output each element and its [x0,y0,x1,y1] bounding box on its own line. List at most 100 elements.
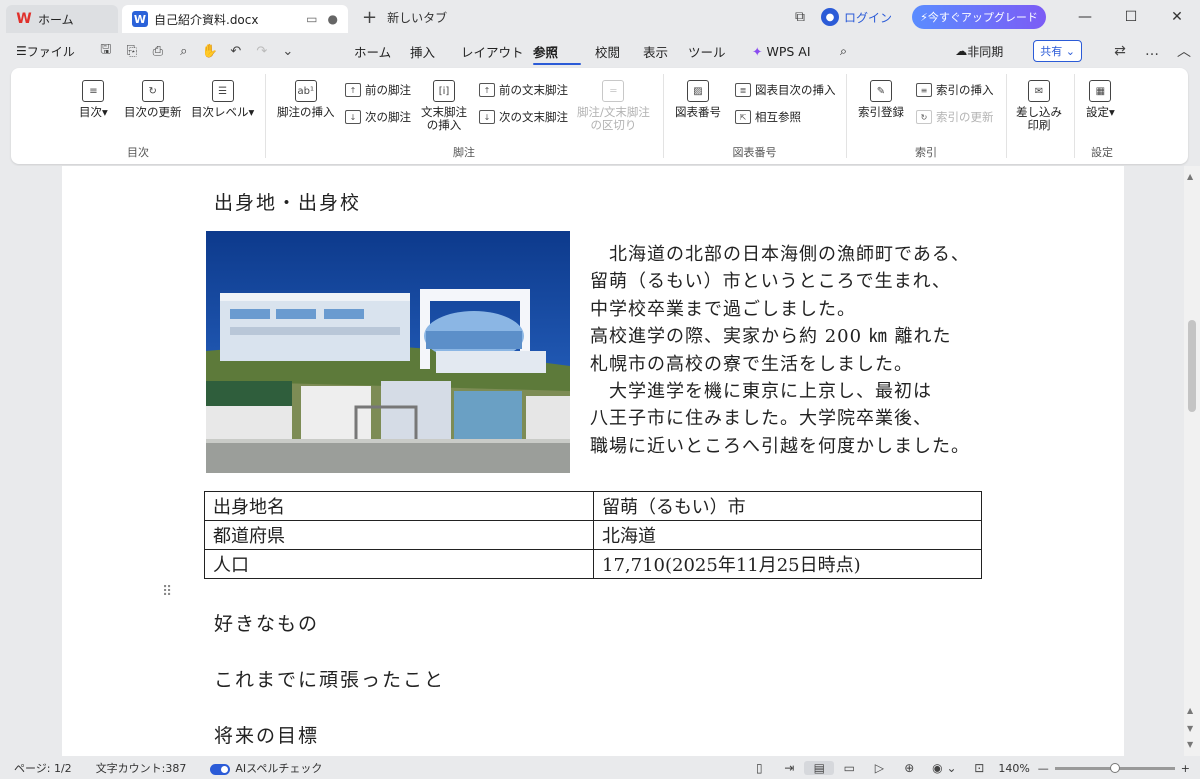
eye-protection-icon[interactable]: ◉ ⌄ [924,761,964,775]
tab-document[interactable]: W 自己紹介資料.docx ▭ ● [122,5,348,33]
tab-home[interactable]: W ホーム [6,5,118,33]
tab-review[interactable]: 校閲 [595,34,643,68]
update-index-button[interactable]: ↻ 索引の更新 [916,109,994,125]
page-view-icon[interactable]: ▤ [804,761,835,775]
toc-level-button[interactable]: ☰ 目次レベル▾ [191,80,254,119]
tab-tools[interactable]: ツール [688,34,752,68]
collapse-ribbon-icon[interactable]: ︿ [1168,41,1200,61]
tab-home-ribbon[interactable]: ホーム [354,34,410,68]
search-button[interactable]: ⌕ [840,34,870,68]
insert-endnote-button[interactable]: [i] 文末脚注 の挿入 [421,80,467,132]
redo-icon[interactable]: ↷ [249,44,275,59]
play-icon[interactable]: ▷ [864,761,894,775]
birthplace-paragraph[interactable]: 北海道の北部の日本海側の漁師町である、 留萌（るもい）市というところで生まれ、 … [590,241,1010,460]
note-separator-button[interactable]: ═ 脚注/文末脚注 の区切り [577,80,650,132]
drag-handle-icon[interactable]: ⠿ [162,584,172,600]
export-icon[interactable]: ⎘ [119,44,145,59]
word-count[interactable]: 文字カウント:387 [96,760,187,776]
table-cell[interactable]: 留萌（るもい）市 [593,491,982,521]
birthplace-table[interactable]: 出身地名 留萌（るもい）市 都道府県 北海道 人口 17,710(2025年11… [204,491,982,579]
heading-birthplace[interactable]: 出身地・出身校 [214,188,361,215]
settings-button[interactable]: ▦ 設定▾ [1086,80,1115,119]
undo-icon[interactable]: ↶ [223,44,249,59]
outline-view-icon[interactable]: ▯ [744,761,774,775]
tab-wps-ai[interactable]: ✦ WPS AI [752,34,840,68]
share-button[interactable]: 共有 ⌄ [1033,40,1082,62]
insert-table-of-figures-button[interactable]: ≣ 図表目次の挿入 [735,82,836,98]
file-menu-button[interactable]: ☰ ファイル [16,43,75,60]
cross-reference-button[interactable]: ⇱ 相互参照 [735,109,801,125]
zoom-slider[interactable] [1054,762,1175,773]
paragraph-line: 札幌市の高校の寮で生活をしました。 [590,353,913,375]
next-endnote-button[interactable]: ↓ 次の文末脚注 [479,109,568,125]
heading-future-goals[interactable]: 将来の目標 [214,721,319,748]
monitor-icon[interactable]: ▭ [306,12,317,26]
table-cell[interactable]: 17,710(2025年11月25日時点) [593,549,982,579]
town-photo-image [206,231,570,473]
chevron-down-icon: ⌄ [1062,44,1075,58]
zoom-level[interactable]: 140% [998,762,1029,775]
table-of-figures-icon: ≣ [735,83,751,97]
minimize-button[interactable]: — [1062,9,1108,25]
unsaved-dot-icon[interactable]: ● [328,12,338,26]
scroll-up-icon[interactable]: ▲ [1187,172,1193,181]
table-cell[interactable]: 都道府県 [204,520,594,550]
scrollbar-thumb[interactable] [1188,320,1196,412]
table-row: 出身地名 留萌（るもい）市 [204,491,982,521]
save-icon[interactable]: 🖫 [93,40,119,62]
insert-footnote-button[interactable]: ab¹ 脚注の挿入 [277,80,335,119]
fit-page-icon[interactable]: ⊡ [964,761,994,775]
scroll-page-icon[interactable]: ▼ [1187,724,1193,733]
login-button[interactable]: ● ログイン [820,8,892,26]
tab-layout[interactable]: レイアウト [461,34,533,68]
share-label: 共有 [1040,45,1063,58]
hand-icon[interactable]: ✋ [197,44,223,59]
sparkle-icon: ✦ [752,43,763,59]
heading-favorites[interactable]: 好きなもの [214,609,319,636]
page-indicator[interactable]: ページ: 1/2 [14,760,72,776]
toc-button[interactable]: ≡ 目次▾ [79,80,108,119]
table-cell[interactable]: 出身地名 [204,491,594,521]
zoom-out-icon[interactable]: — [1038,762,1049,775]
maximize-button[interactable]: ☐ [1108,9,1154,25]
mail-merge-button[interactable]: ✉ 差し込み 印刷 [1016,80,1062,132]
sync-status[interactable]: ☁ 非同期 [955,43,1003,60]
update-toc-button[interactable]: ↻ 目次の更新 [124,80,182,119]
paragraph-line: 職場に近いところへ引越を何度かしました。 [590,435,970,457]
more-icon[interactable]: … [1136,43,1168,59]
scroll-down-icon[interactable]: ▲ [1187,706,1193,715]
mark-index-entry-button[interactable]: ✎ 索引登録 [858,80,904,119]
layout-toggle-icon[interactable]: ⇄ [1104,43,1136,59]
spellcheck-toggle[interactable]: AIスペルチェック [210,760,322,776]
prev-endnote-button[interactable]: ↑ 前の文末脚注 [479,82,568,98]
next-footnote-button[interactable]: ↓ 次の脚注 [345,109,411,125]
print-preview-icon[interactable]: ⌕ [171,44,197,59]
table-cell[interactable]: 北海道 [593,520,982,550]
prev-footnote-button[interactable]: ↑ 前の脚注 [345,82,411,98]
tab-references[interactable]: 参照 [533,34,581,68]
tab-insert[interactable]: 挿入 [410,34,461,68]
heading-efforts[interactable]: これまでに頑張ったこと [214,665,445,692]
settings-grid-icon: ▦ [1089,80,1112,102]
globe-icon[interactable]: ⊕ [894,761,924,775]
document-page[interactable]: 出身地・出身校 北海道の北部の日本海側の漁師町である、 留萌（るもい）市というと… [62,166,1124,756]
zoom-in-icon[interactable]: + [1181,762,1190,775]
new-tab-button[interactable]: + 新しいタブ [362,7,447,28]
insert-index-button[interactable]: ≡ 索引の挿入 [916,82,994,98]
print-icon[interactable]: ⎙ [145,44,171,59]
tab-view[interactable]: 表示 [643,34,688,68]
document-canvas[interactable]: 出身地・出身校 北海道の北部の日本海側の漁師町である、 留萌（るもい）市というと… [0,166,1200,756]
table-cell[interactable]: 人口 [204,549,594,579]
close-button[interactable]: ✕ [1154,9,1200,25]
web-view-icon[interactable]: ▭ [834,761,864,775]
vertical-scrollbar[interactable]: ▲ ▲ ▼ ▼ [1184,166,1200,756]
town-photo[interactable] [206,231,570,473]
window-restore-icon[interactable]: ⧉ [785,9,815,25]
paragraph-line: 大学進学を機に東京に上京し、最初は [590,381,932,403]
customize-chevron-icon[interactable]: ⌄ [275,44,301,59]
scroll-end-icon[interactable]: ▼ [1187,740,1193,749]
caption-button[interactable]: ▨ 図表番号 [675,80,721,119]
upgrade-button[interactable]: ⚡ 今すぐアップグレード [912,5,1046,29]
focus-mode-icon[interactable]: ⇥ [774,761,804,775]
zoom-slider-knob[interactable] [1109,762,1120,773]
